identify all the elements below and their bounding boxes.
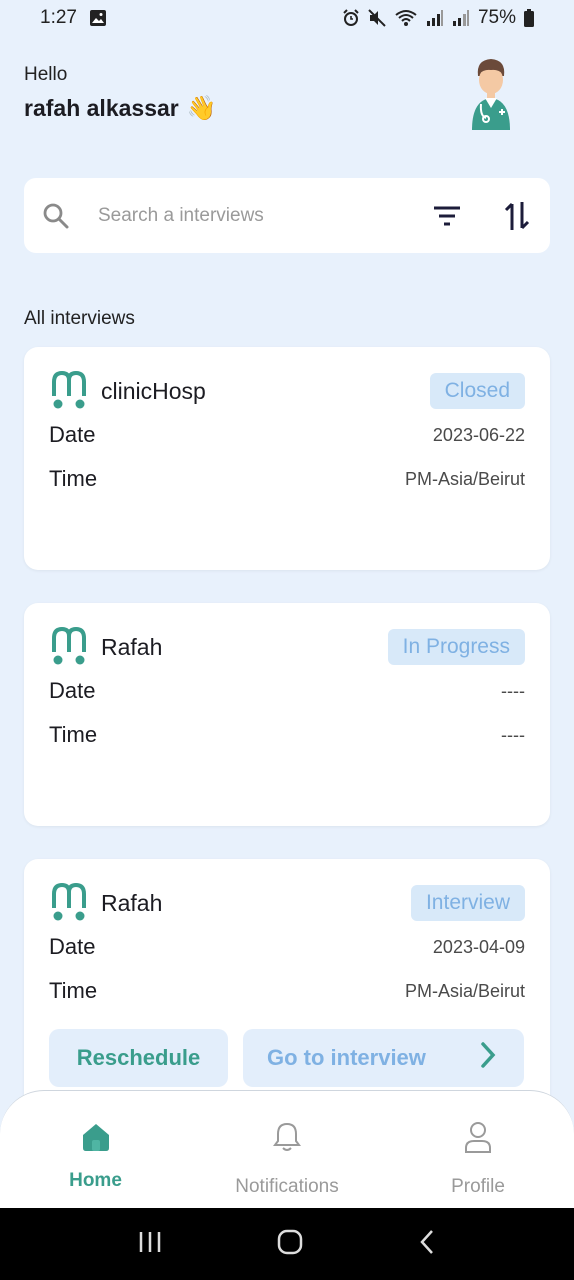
- nav-notifications-label: Notifications: [235, 1176, 339, 1197]
- bell-icon: [272, 1121, 302, 1158]
- system-nav-bar: [0, 1208, 574, 1280]
- home-icon: [80, 1121, 112, 1158]
- date-label: Date: [49, 678, 96, 703]
- signal-icon-2: [452, 10, 470, 26]
- alarm-icon: [342, 9, 360, 27]
- mute-icon: [368, 9, 386, 27]
- filter-icon[interactable]: [432, 201, 462, 231]
- time-row: Time ----: [49, 713, 525, 757]
- recent-apps-icon[interactable]: [138, 1231, 162, 1258]
- username-row: rafah alkassar 👋: [24, 94, 217, 123]
- date-value: 2023-06-22: [432, 424, 525, 445]
- section-title: All interviews: [24, 308, 135, 329]
- search-bar: [24, 178, 550, 253]
- status-time: 1:27: [40, 7, 77, 28]
- go-to-interview-button[interactable]: Go to interview: [243, 1029, 524, 1087]
- interview-card[interactable]: clinicHosp Closed Date 2023-06-22 Time P…: [24, 347, 550, 570]
- date-row: Date 2023-04-09: [49, 925, 525, 969]
- nav-home-label: Home: [69, 1170, 122, 1191]
- time-label: Time: [49, 466, 98, 491]
- battery-icon: [524, 9, 534, 27]
- battery-percent: 75%: [477, 7, 516, 28]
- date-value: 2023-04-09: [432, 936, 525, 957]
- wave-emoji: 👋: [186, 95, 217, 122]
- time-row: Time PM-Asia/Beirut: [49, 457, 525, 501]
- search-input[interactable]: [98, 204, 432, 227]
- status-badge: Interview: [410, 885, 525, 921]
- time-value: PM-Asia/Beirut: [404, 468, 525, 489]
- reschedule-button[interactable]: Reschedule: [49, 1029, 228, 1087]
- search-icon[interactable]: [42, 202, 70, 230]
- greeting-hello: Hello: [24, 64, 68, 85]
- reschedule-label: Reschedule: [76, 1045, 201, 1070]
- nav-profile-label: Profile: [451, 1176, 505, 1197]
- nav-notifications[interactable]: Notifications: [222, 1121, 352, 1198]
- nav-home[interactable]: Home: [48, 1121, 143, 1192]
- clinic-icon: [49, 882, 89, 924]
- time-label: Time: [49, 978, 98, 1003]
- status-badge: In Progress: [387, 629, 525, 665]
- username: rafah alkassar: [24, 95, 179, 121]
- status-bar: 1:27 75%: [0, 0, 574, 36]
- date-label: Date: [49, 422, 96, 447]
- wifi-icon: [394, 9, 418, 27]
- doctor-avatar-icon[interactable]: [468, 56, 514, 134]
- card-title: Rafah: [101, 633, 163, 660]
- go-to-interview-label: Go to interview: [267, 1045, 426, 1070]
- status-badge: Closed: [429, 373, 525, 409]
- time-value: ----: [501, 724, 525, 745]
- back-icon[interactable]: [418, 1229, 436, 1260]
- date-value: ----: [501, 680, 525, 701]
- date-row: Date 2023-06-22: [49, 413, 525, 457]
- bottom-nav: Home Notifications Profile: [0, 1090, 574, 1208]
- time-row: Time PM-Asia/Beirut: [49, 969, 525, 1013]
- clinic-icon: [49, 370, 89, 412]
- home-button-icon[interactable]: [277, 1229, 303, 1260]
- date-label: Date: [49, 934, 96, 959]
- card-title: clinicHosp: [101, 377, 206, 404]
- time-value: PM-Asia/Beirut: [404, 980, 525, 1001]
- greeting: Hello rafah alkassar 👋: [24, 64, 217, 123]
- signal-icon: [426, 10, 444, 26]
- date-row: Date ----: [49, 669, 525, 713]
- sort-icon[interactable]: [502, 199, 532, 233]
- nav-profile[interactable]: Profile: [438, 1121, 518, 1198]
- card-actions: Reschedule Go to interview: [49, 1029, 525, 1087]
- chevron-right-icon: [480, 1041, 496, 1075]
- gallery-icon: [89, 9, 107, 27]
- card-title: Rafah: [101, 889, 163, 916]
- person-icon: [464, 1121, 492, 1158]
- time-label: Time: [49, 722, 98, 747]
- clinic-icon: [49, 626, 89, 668]
- interview-card[interactable]: Rafah In Progress Date ---- Time ----: [24, 603, 550, 826]
